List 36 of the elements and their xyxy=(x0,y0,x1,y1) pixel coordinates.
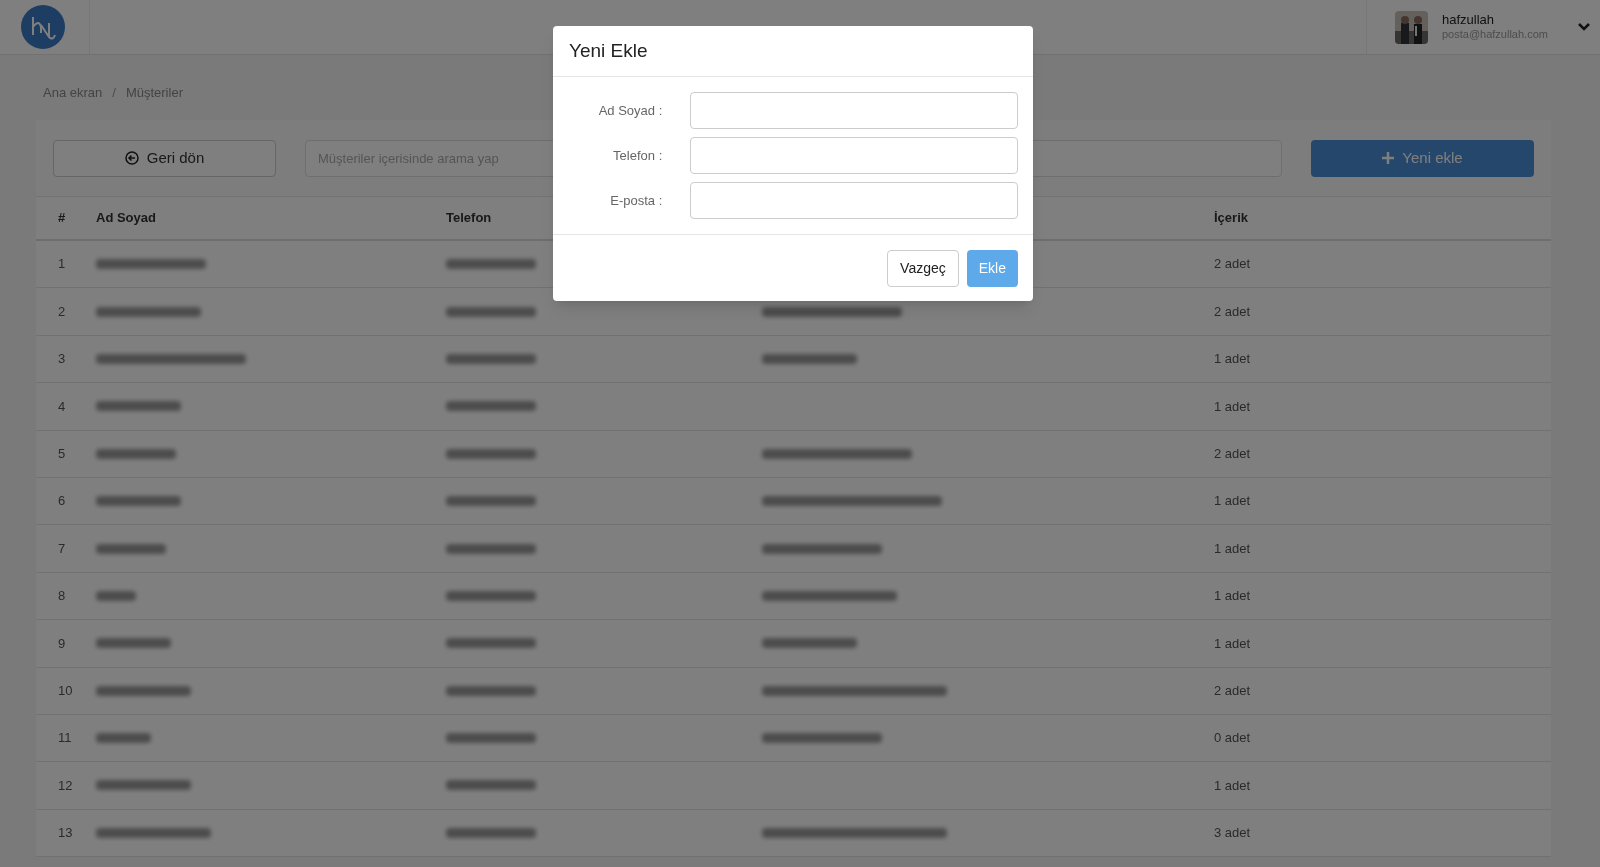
user-name: hafzullah xyxy=(1442,13,1496,27)
column-header: # xyxy=(57,209,67,228)
content-count: 0 adet xyxy=(1214,729,1252,748)
column-header: İçerik xyxy=(1214,209,1249,228)
row-number: 10 xyxy=(57,681,74,700)
row-number: 4 xyxy=(57,397,67,416)
row-number: 1 xyxy=(57,255,67,274)
content-count: 2 adet xyxy=(1214,302,1252,321)
row-number: 5 xyxy=(57,445,67,463)
field-label: E-posta : xyxy=(609,191,663,210)
row-number: 6 xyxy=(57,492,67,511)
content-count: 1 adet xyxy=(1214,539,1252,558)
row-number: 12 xyxy=(57,776,74,795)
content-count: 1 adet xyxy=(1214,397,1252,416)
column-header: Ad Soyad xyxy=(96,209,157,228)
row-number: 9 xyxy=(57,634,67,653)
content-count: 2 adet xyxy=(1214,255,1252,274)
row-number: 11 xyxy=(57,729,73,748)
content-count: 2 adet xyxy=(1214,445,1252,463)
field-label: Ad Soyad : xyxy=(597,101,663,120)
content-count: 1 adet xyxy=(1214,492,1252,511)
content-count: 1 adet xyxy=(1214,634,1252,653)
content-count: 3 adet xyxy=(1214,824,1252,843)
content-count: 1 adet xyxy=(1214,587,1252,606)
breadcrumb-separator: / xyxy=(112,83,116,102)
content-count: 1 adet xyxy=(1214,776,1252,795)
row-number: 8 xyxy=(57,587,67,606)
content-count: 2 adet xyxy=(1214,681,1252,700)
row-number: 13 xyxy=(57,824,74,843)
row-number: 3 xyxy=(57,350,67,369)
field-label: Telefon : xyxy=(612,146,663,165)
column-header: Telefon xyxy=(446,209,493,228)
row-number: 7 xyxy=(57,539,67,558)
row-number: 2 xyxy=(57,302,67,321)
content-count: 1 adet xyxy=(1214,350,1252,369)
dialog-title: Yeni Ekle xyxy=(569,38,648,63)
